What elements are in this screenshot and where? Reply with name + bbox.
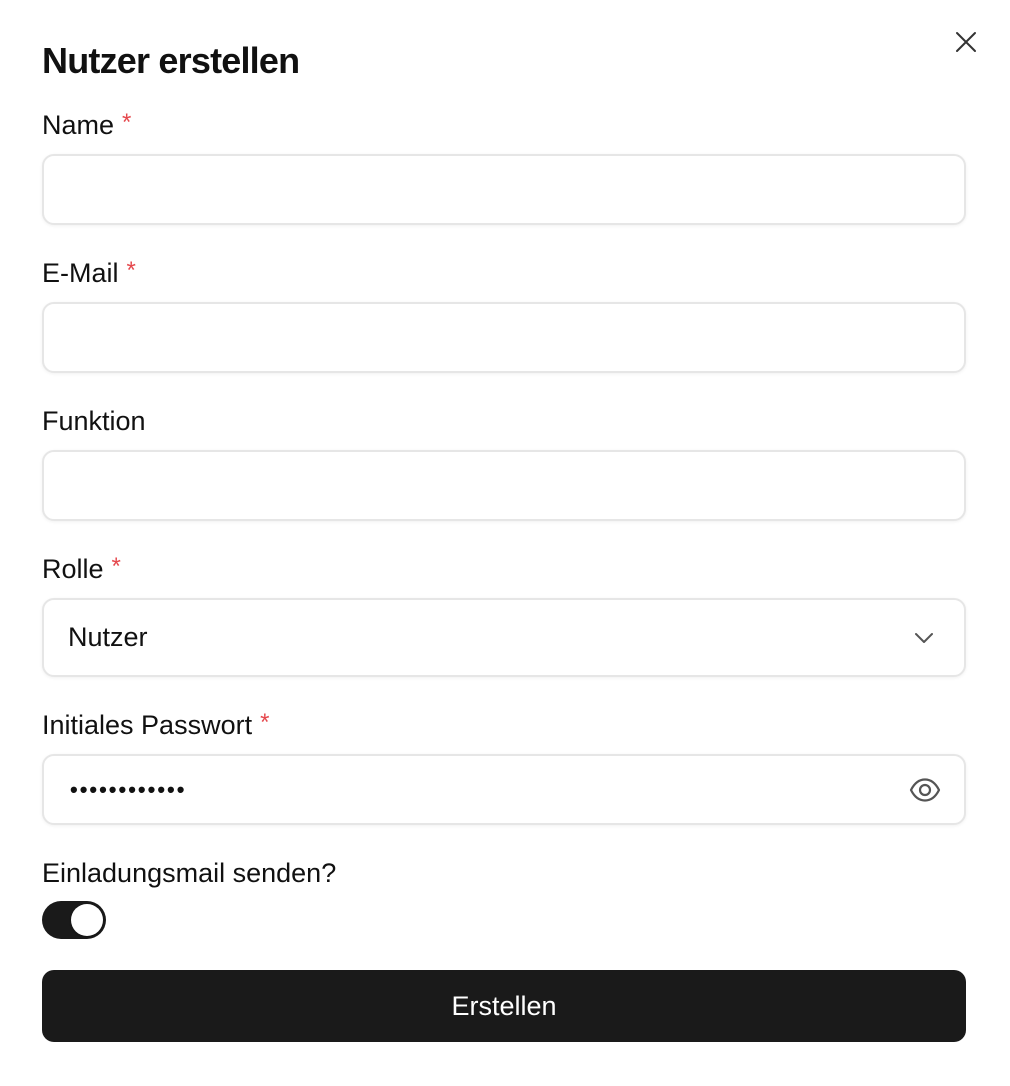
create-button[interactable]: Erstellen	[42, 970, 966, 1042]
required-mark: *	[126, 257, 136, 284]
close-button[interactable]	[946, 22, 986, 62]
email-label-text: E-Mail	[42, 258, 119, 288]
role-label-text: Rolle	[42, 554, 104, 584]
role-select[interactable]: Nutzer	[42, 598, 966, 677]
function-label-text: Funktion	[42, 406, 146, 436]
role-selected-value: Nutzer	[68, 622, 148, 652]
function-field	[42, 450, 966, 521]
required-mark: *	[122, 109, 132, 136]
email-input[interactable]	[44, 304, 964, 371]
dialog-title: Nutzer erstellen	[42, 40, 300, 81]
toggle-knob	[71, 904, 103, 936]
email-field	[42, 302, 966, 373]
name-field	[42, 154, 966, 225]
function-input[interactable]	[44, 452, 964, 519]
eye-icon[interactable]	[908, 773, 942, 807]
required-mark: *	[111, 553, 121, 580]
name-input[interactable]	[44, 156, 964, 223]
password-masked-value: ••••••••••••	[70, 776, 187, 802]
email-label: E-Mail *	[42, 257, 136, 291]
create-user-dialog: Nutzer erstellen Name * E-Mail * Funktion …	[0, 0, 1010, 1086]
invite-label-text: Einladungsmail senden?	[42, 858, 337, 888]
password-field[interactable]: ••••••••••••	[42, 754, 966, 825]
name-label-text: Name	[42, 110, 115, 140]
close-icon	[956, 32, 976, 52]
invite-toggle[interactable]	[42, 901, 106, 939]
password-label-text: Initiales Passwort	[42, 710, 253, 740]
required-mark: *	[260, 709, 270, 736]
name-label: Name *	[42, 109, 131, 143]
function-label: Funktion	[42, 405, 146, 437]
chevron-down-icon	[915, 632, 933, 643]
role-label: Rolle *	[42, 553, 121, 587]
password-label: Initiales Passwort *	[42, 709, 269, 743]
invite-label: Einladungsmail senden?	[42, 857, 336, 889]
